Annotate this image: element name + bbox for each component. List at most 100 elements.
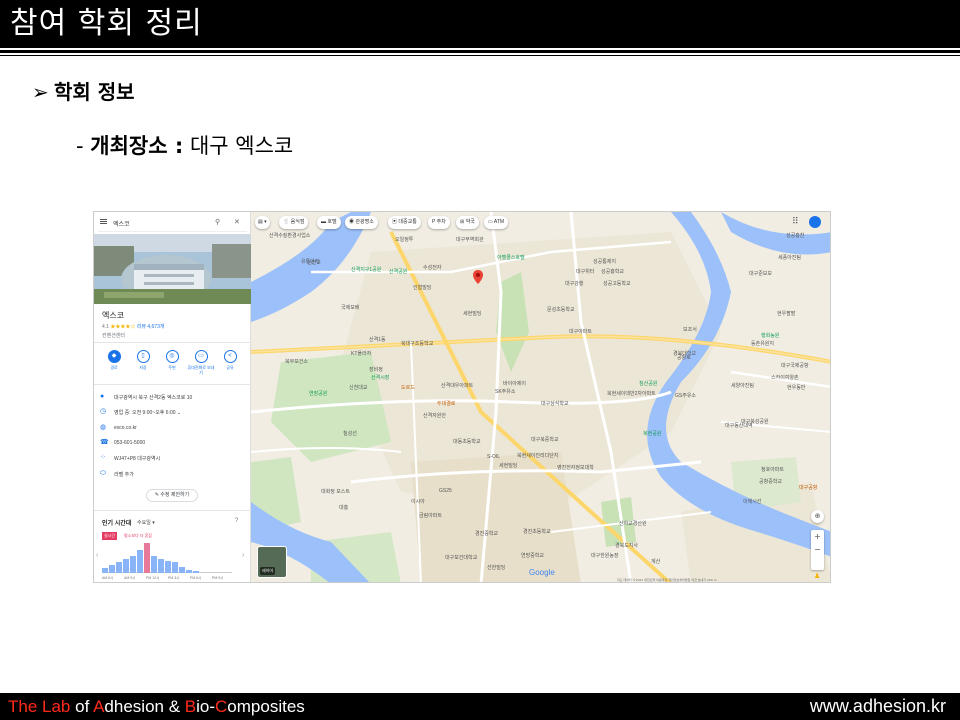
map-place-label[interactable]: 연장공원 bbox=[309, 390, 327, 397]
save-button[interactable]: ▯ 저장 bbox=[129, 350, 157, 370]
map-place-label[interactable]: S-OIL bbox=[487, 454, 500, 460]
map-place-label[interactable]: 청호아파트 bbox=[761, 466, 784, 473]
filter-hotels[interactable]: ▬ 호텔 bbox=[317, 216, 341, 229]
layers-button[interactable]: 레이어 bbox=[257, 546, 287, 578]
send-to-phone-button[interactable]: ▭ 휴대전화로 보내기 bbox=[187, 350, 215, 375]
help-icon[interactable]: ? bbox=[235, 518, 238, 524]
map-place-label[interactable]: SK주유소 bbox=[495, 388, 515, 395]
zoom-in-button[interactable]: + bbox=[811, 530, 824, 543]
map-place-label[interactable]: 계산 bbox=[651, 558, 660, 565]
map-place-label[interactable]: GS25 bbox=[439, 488, 452, 494]
map-place-label[interactable]: 경진초등학교 bbox=[523, 528, 551, 535]
map-place-label[interactable]: 산격자원안 bbox=[423, 412, 446, 419]
map-place-label[interactable]: 세현빌딩 bbox=[499, 462, 517, 469]
chevron-left-icon[interactable]: ‹ bbox=[96, 552, 98, 559]
map-place-label[interactable]: 아텔콜스호텔 bbox=[497, 254, 525, 261]
map-place-label[interactable]: 대구국제공항 bbox=[781, 362, 809, 369]
map-place-label[interactable]: 대구무역회관 bbox=[456, 236, 484, 243]
map-place-label[interactable]: 성공흥학교 bbox=[601, 268, 624, 275]
map-canvas[interactable]: ▤ ▾ 🍴 음식점 ▬ 호텔 ◉ 관광명소 ▣ 대중교통 P 주차 ⊞ 약국 ▭… bbox=[251, 212, 830, 582]
map-place-label[interactable]: 산격수질환경사업소 bbox=[269, 232, 310, 239]
map-place-label[interactable]: 성공통제지 bbox=[593, 258, 616, 265]
filter-pharmacy[interactable]: ⊞ 약국 bbox=[456, 216, 479, 229]
filter-atm[interactable]: ▭ ATM bbox=[484, 216, 509, 229]
map-place-label[interactable]: 신천교 bbox=[307, 259, 321, 266]
map-place-label[interactable]: 금림아파트 bbox=[419, 512, 442, 519]
map-place-label[interactable]: 등촌유원지 bbox=[751, 340, 774, 347]
map-place-label[interactable]: 대구준보보 bbox=[749, 270, 772, 277]
map-place-label[interactable]: 이에시선 bbox=[743, 498, 761, 505]
phone-row[interactable]: ☎ 053-601-5000 bbox=[100, 439, 248, 449]
review-count-link[interactable]: 리뷰 4,673개 bbox=[137, 324, 165, 330]
map-place-label[interactable]: 대동초등학교 bbox=[453, 438, 481, 445]
map-place-label[interactable]: 대흥 bbox=[339, 504, 348, 511]
venue-photo[interactable] bbox=[94, 234, 251, 304]
map-place-label[interactable]: 대구공항 bbox=[799, 484, 817, 491]
map-place-label[interactable]: 경북도지사 bbox=[615, 542, 638, 549]
pegman-icon[interactable]: ♟ bbox=[814, 572, 820, 580]
location-marker-icon[interactable] bbox=[473, 270, 483, 284]
hours-row[interactable]: ◷ 영업 중: 오전 9:00~오후 6:00 ⌄ bbox=[100, 408, 248, 418]
close-icon[interactable]: ✕ bbox=[234, 218, 240, 226]
add-label-row[interactable]: ⬭ 라벨 추가 bbox=[100, 470, 248, 480]
suggest-edit-button[interactable]: ✎ 수정 제안하기 bbox=[146, 489, 198, 502]
map-place-label[interactable]: 성공고등학교 bbox=[603, 280, 631, 287]
map-place-label[interactable]: 경진중학교 bbox=[475, 530, 498, 537]
map-place-label[interactable]: 수성전자 bbox=[423, 264, 441, 271]
map-place-label[interactable]: 산격시장 bbox=[371, 374, 389, 381]
map-place-label[interactable]: 행회농원 bbox=[761, 332, 779, 339]
map-place-label[interactable]: 선한빌딩 bbox=[487, 564, 505, 571]
filter-parking[interactable]: P 주차 bbox=[428, 216, 450, 229]
map-place-label[interactable]: 북현세이진리다단지 bbox=[517, 452, 558, 459]
map-place-label[interactable]: 문성초등학교 bbox=[547, 306, 575, 313]
map-place-label[interactable]: 대구한원농장 bbox=[591, 552, 619, 559]
map-place-label[interactable]: 스카이여양촌 bbox=[771, 374, 799, 381]
map-place-label[interactable]: 현우팔팔 bbox=[777, 310, 795, 317]
plus-code-row[interactable]: ⁘ WJ47+P8 대구광역시 bbox=[100, 454, 248, 464]
my-location-icon[interactable]: ⊕ bbox=[811, 510, 824, 523]
map-place-label[interactable]: 산격지구1공원 bbox=[351, 266, 381, 273]
map-place-label[interactable]: 산격공원 bbox=[389, 268, 407, 275]
map-place-label[interactable]: 오일정투 bbox=[395, 236, 413, 243]
chevron-right-icon[interactable]: › bbox=[242, 552, 244, 559]
map-place-label[interactable]: 북부보건소 bbox=[285, 358, 308, 365]
map-search-box[interactable]: 엑스코 ⚲ ✕ bbox=[98, 216, 247, 232]
map-place-label[interactable]: 칠성선 bbox=[343, 430, 357, 437]
map-place-label[interactable]: 대구위터 bbox=[576, 268, 594, 275]
hamburger-menu-icon[interactable] bbox=[100, 219, 107, 224]
map-place-label[interactable]: 대구상식학교 bbox=[541, 400, 569, 407]
map-place-label[interactable]: 영진전자정보대학 bbox=[557, 464, 594, 471]
map-place-label[interactable]: 복현공원 bbox=[643, 430, 661, 437]
map-place-label[interactable]: 산격대우아파트 bbox=[441, 382, 473, 389]
directions-button[interactable]: ◆ 경로 bbox=[100, 350, 128, 370]
map-place-label[interactable]: 북현세이데반2차아파트 bbox=[607, 390, 656, 397]
map-place-label[interactable]: 공항로 bbox=[677, 354, 691, 361]
map-place-label[interactable]: 산하교경산원 bbox=[619, 520, 647, 527]
map-place-label[interactable]: 세현빌딩 bbox=[463, 310, 481, 317]
map-place-label[interactable]: 연방중학교 bbox=[521, 552, 544, 559]
avatar[interactable] bbox=[809, 216, 821, 228]
map-place-label[interactable]: 보조서 bbox=[683, 326, 697, 333]
day-selector[interactable]: 수요일 ▾ bbox=[137, 519, 155, 526]
map-place-label[interactable]: 이시아 bbox=[411, 498, 425, 505]
filter-restaurants[interactable]: 🍴 음식점 bbox=[279, 216, 309, 229]
map-place-label[interactable]: 북대구초등학교 bbox=[401, 340, 433, 347]
map-place-label[interactable]: 바이아제이 bbox=[503, 380, 526, 387]
map-place-label[interactable]: 현우동반 bbox=[787, 384, 805, 391]
filter-attractions[interactable]: ◉ 관광명소 bbox=[345, 216, 378, 229]
nearby-button[interactable]: ◎ 주변 bbox=[158, 350, 186, 370]
address-row[interactable]: ● 대구광역시 북구 산격2동 엑스코로 10 bbox=[100, 393, 248, 403]
map-place-label[interactable]: 성공흥찬 bbox=[786, 232, 804, 239]
filter-transit[interactable]: ▣ 대중교통 bbox=[388, 216, 421, 229]
map-place-label[interactable]: 산격1동 bbox=[369, 336, 386, 343]
website-row[interactable]: ◍ exco.co.kr bbox=[100, 424, 248, 434]
map-place-label[interactable]: 대화정 포스트 bbox=[321, 488, 350, 495]
map-place-label[interactable]: 장비정 bbox=[369, 366, 383, 373]
map-place-label[interactable]: 침산공원 bbox=[639, 380, 657, 387]
share-button[interactable]: < 공유 bbox=[216, 350, 244, 370]
map-place-label[interactable]: 세풍아진팀 bbox=[778, 254, 801, 261]
search-query[interactable]: 엑스코 bbox=[113, 219, 130, 228]
map-place-label[interactable]: 도르드 bbox=[401, 384, 415, 391]
map-place-label[interactable]: 인협빌딩 bbox=[413, 284, 431, 291]
place-category[interactable]: 컨벤션센터 bbox=[102, 332, 125, 339]
